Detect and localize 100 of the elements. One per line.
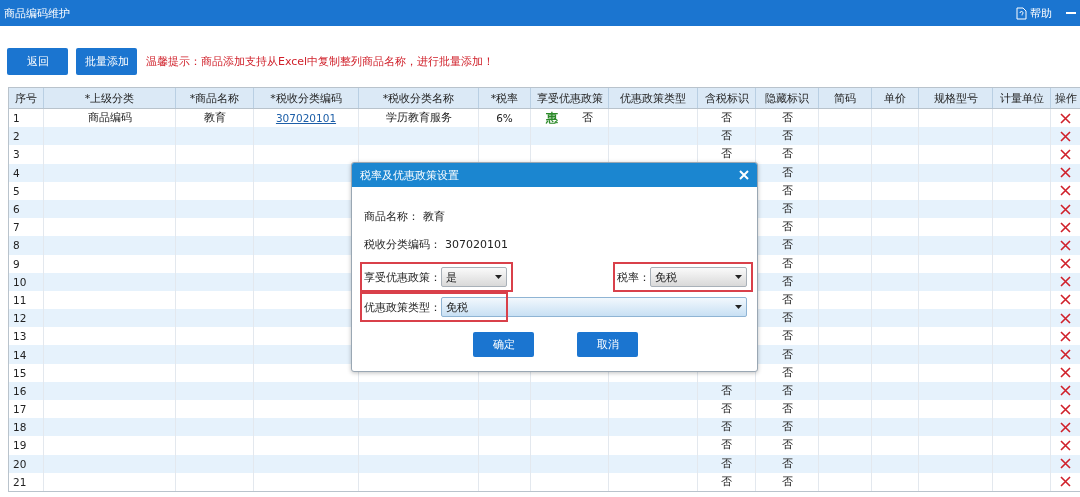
- table-cell: 否: [781, 365, 793, 380]
- table-cell: 21: [13, 475, 27, 488]
- delete-icon[interactable]: [1060, 185, 1071, 197]
- column-header[interactable]: *税率: [490, 90, 519, 106]
- table-cell: 19: [13, 439, 27, 452]
- column-header[interactable]: 单价: [884, 90, 906, 106]
- table-cell: 否: [721, 129, 732, 144]
- table-cell: 4: [13, 166, 20, 179]
- delete-icon[interactable]: [1060, 258, 1071, 270]
- table-cell: 否: [781, 129, 793, 144]
- column-header[interactable]: *商品名称: [189, 90, 240, 106]
- column-header[interactable]: 隐藏标识: [765, 90, 809, 106]
- table-cell: 否: [781, 147, 793, 162]
- table-cell: 商品编码: [87, 111, 132, 126]
- tip-text: 温馨提示：商品添加支持从Excel中复制整列商品名称，进行批量添加！: [146, 54, 495, 69]
- dropdown[interactable]: 是: [441, 267, 507, 287]
- column-header[interactable]: 享受优惠政策: [536, 90, 603, 106]
- discount-mark: 惠: [546, 109, 558, 127]
- column-header[interactable]: *上级分类: [84, 90, 135, 106]
- dialog-button[interactable]: 取消: [577, 332, 638, 357]
- column-header[interactable]: 操作: [1054, 90, 1077, 106]
- column-header[interactable]: 序号: [15, 90, 37, 106]
- delete-icon[interactable]: [1060, 349, 1071, 361]
- table-cell: 否: [721, 383, 732, 398]
- table-cell: 教育: [203, 111, 226, 126]
- toolbar-button[interactable]: 批量添加: [76, 48, 137, 75]
- table-cell: 否: [721, 438, 732, 453]
- table-cell: 否: [582, 111, 593, 126]
- table-cell: 否: [781, 274, 793, 289]
- table-cell: 12: [13, 312, 27, 325]
- delete-icon[interactable]: [1060, 167, 1071, 179]
- field-label: 税率：: [617, 269, 650, 285]
- table-cell: 否: [781, 220, 793, 235]
- table-cell: 否: [781, 347, 793, 362]
- delete-icon[interactable]: [1060, 385, 1071, 397]
- table-cell: 否: [781, 292, 793, 307]
- table-cell: 13: [13, 330, 27, 343]
- delete-icon[interactable]: [1060, 221, 1071, 233]
- table-cell: 否: [781, 202, 793, 217]
- table-cell: 20: [13, 457, 27, 470]
- table-cell: 否: [781, 456, 793, 471]
- delete-icon[interactable]: [1060, 421, 1071, 433]
- field-label: 享受优惠政策：: [364, 269, 441, 285]
- delete-icon[interactable]: [1060, 203, 1071, 215]
- delete-icon[interactable]: [1060, 148, 1071, 160]
- table-cell: 2: [13, 130, 20, 143]
- table-cell: 否: [781, 329, 793, 344]
- table-cell: 否: [721, 147, 732, 162]
- column-header[interactable]: *税收分类名称: [382, 90, 455, 106]
- delete-icon[interactable]: [1060, 367, 1071, 379]
- table-cell: 7: [13, 221, 20, 234]
- delete-icon[interactable]: [1060, 276, 1071, 288]
- column-header[interactable]: *税收分类编码: [270, 90, 342, 106]
- table-cell: 14: [13, 348, 27, 361]
- table-cell: 否: [781, 402, 793, 417]
- table-cell: 3: [13, 148, 20, 161]
- table-cell: 否: [781, 420, 793, 435]
- code-link[interactable]: 307020101: [275, 112, 337, 125]
- delete-icon[interactable]: [1060, 403, 1071, 415]
- table-cell: 11: [13, 293, 27, 306]
- column-header[interactable]: 规格型号: [933, 90, 978, 106]
- delete-icon[interactable]: [1060, 439, 1071, 451]
- caret-icon: [735, 275, 742, 279]
- table-cell: 否: [721, 402, 732, 417]
- help-button[interactable]: 帮助: [1016, 5, 1052, 21]
- dropdown[interactable]: 免税: [441, 297, 747, 317]
- delete-icon[interactable]: [1060, 458, 1071, 470]
- caret-icon: [495, 275, 502, 279]
- table-cell: 否: [781, 256, 793, 271]
- delete-icon[interactable]: [1060, 130, 1071, 142]
- table-cell: 10: [13, 275, 27, 288]
- field-label: 商品名称：: [364, 208, 419, 224]
- field-label: 优惠政策类型：: [364, 299, 441, 315]
- table-cell: 否: [781, 165, 793, 180]
- delete-icon[interactable]: [1060, 112, 1071, 124]
- delete-icon[interactable]: [1060, 239, 1071, 251]
- column-header[interactable]: 优惠政策类型: [620, 90, 686, 106]
- delete-icon[interactable]: [1060, 476, 1071, 488]
- close-icon[interactable]: [739, 170, 749, 180]
- table-cell: 否: [721, 420, 732, 435]
- table-cell: 5: [13, 184, 20, 197]
- delete-icon[interactable]: [1060, 330, 1071, 342]
- dropdown[interactable]: 免税: [650, 267, 747, 287]
- field-value: 教育: [423, 208, 445, 224]
- table-cell: 15: [13, 366, 27, 379]
- column-header[interactable]: 计量单位: [999, 90, 1044, 106]
- column-header[interactable]: 含税标识: [704, 90, 749, 106]
- dialog-button[interactable]: 确定: [473, 332, 534, 357]
- table-cell: 16: [13, 384, 27, 397]
- table-cell: 否: [781, 238, 793, 253]
- delete-icon[interactable]: [1060, 294, 1071, 306]
- column-header[interactable]: 简码: [834, 90, 856, 106]
- table-cell: 否: [781, 383, 793, 398]
- table-cell: 否: [721, 474, 732, 489]
- toolbar-button[interactable]: 返回: [7, 48, 68, 75]
- delete-icon[interactable]: [1060, 312, 1071, 324]
- window-title: 商品编码维护: [4, 5, 71, 21]
- table-cell: 否: [721, 456, 732, 471]
- table-cell: 否: [781, 183, 793, 198]
- table-cell: 8: [13, 239, 20, 252]
